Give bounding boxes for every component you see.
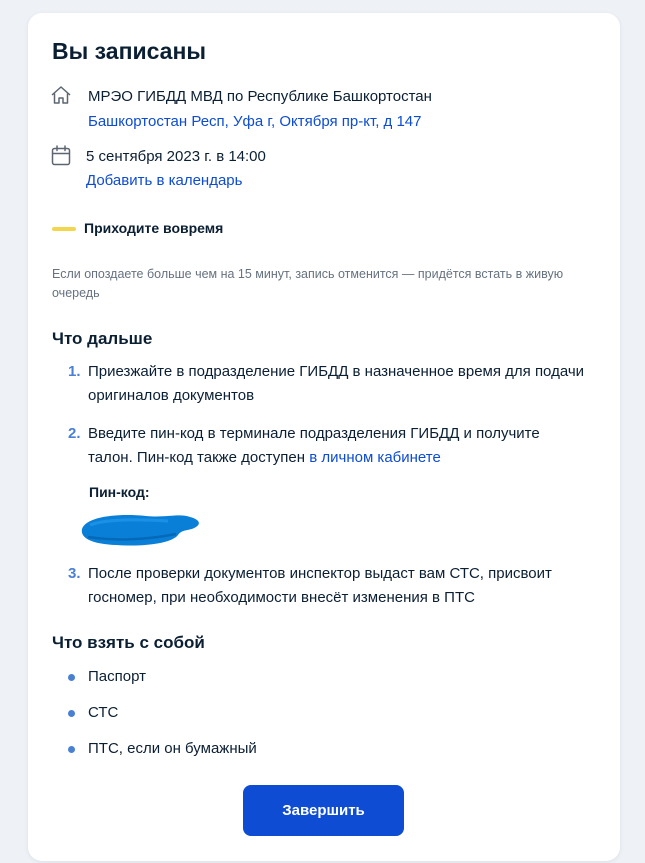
bring-heading: Что взять с собой <box>52 633 205 652</box>
step-text: Введите пин-код в терминале подразделени… <box>88 422 588 470</box>
step-text: Приезжайте в подразделение ГИБДД в назна… <box>88 363 585 404</box>
add-to-calendar-link[interactable]: Добавить в календарь <box>86 172 242 189</box>
office-address-link[interactable]: Башкортостан Респ, Уфа г, Октября пр-кт,… <box>88 113 421 130</box>
bullet-dot <box>68 710 75 717</box>
pin-code-redaction <box>76 507 204 556</box>
step-number: 2. <box>68 425 81 442</box>
step-number: 1. <box>68 363 81 380</box>
bullet-dot <box>68 674 75 681</box>
office-name: МРЭО ГИБДД МВД по Республике Башкортоста… <box>88 88 432 105</box>
bring-item: СТС <box>88 704 119 721</box>
warning-title: Приходите вовремя <box>84 220 224 236</box>
calendar-icon <box>51 145 71 171</box>
home-icon <box>50 85 72 110</box>
page-title: Вы записаны <box>52 38 206 64</box>
personal-account-link[interactable]: в личном кабинете <box>309 449 441 466</box>
warning-note: Если опоздаете больше чем на 15 минут, з… <box>52 267 564 300</box>
bullet-dot <box>68 746 75 753</box>
warning-accent-bar <box>52 227 76 231</box>
bring-item: Паспорт <box>88 668 146 685</box>
appointment-datetime: 5 сентября 2023 г. в 14:00 <box>86 148 266 165</box>
appointment-card: Вы записаны МРЭО ГИБДД МВД по Республике… <box>28 13 620 861</box>
step-number: 3. <box>68 565 81 582</box>
next-steps-heading: Что дальше <box>52 329 153 348</box>
pin-code-label: Пин-код: <box>89 484 150 500</box>
bring-item: ПТС, если он бумажный <box>88 740 257 757</box>
finish-button[interactable]: Завершить <box>243 785 404 836</box>
step-text: После проверки документов инспектор выда… <box>88 565 552 606</box>
